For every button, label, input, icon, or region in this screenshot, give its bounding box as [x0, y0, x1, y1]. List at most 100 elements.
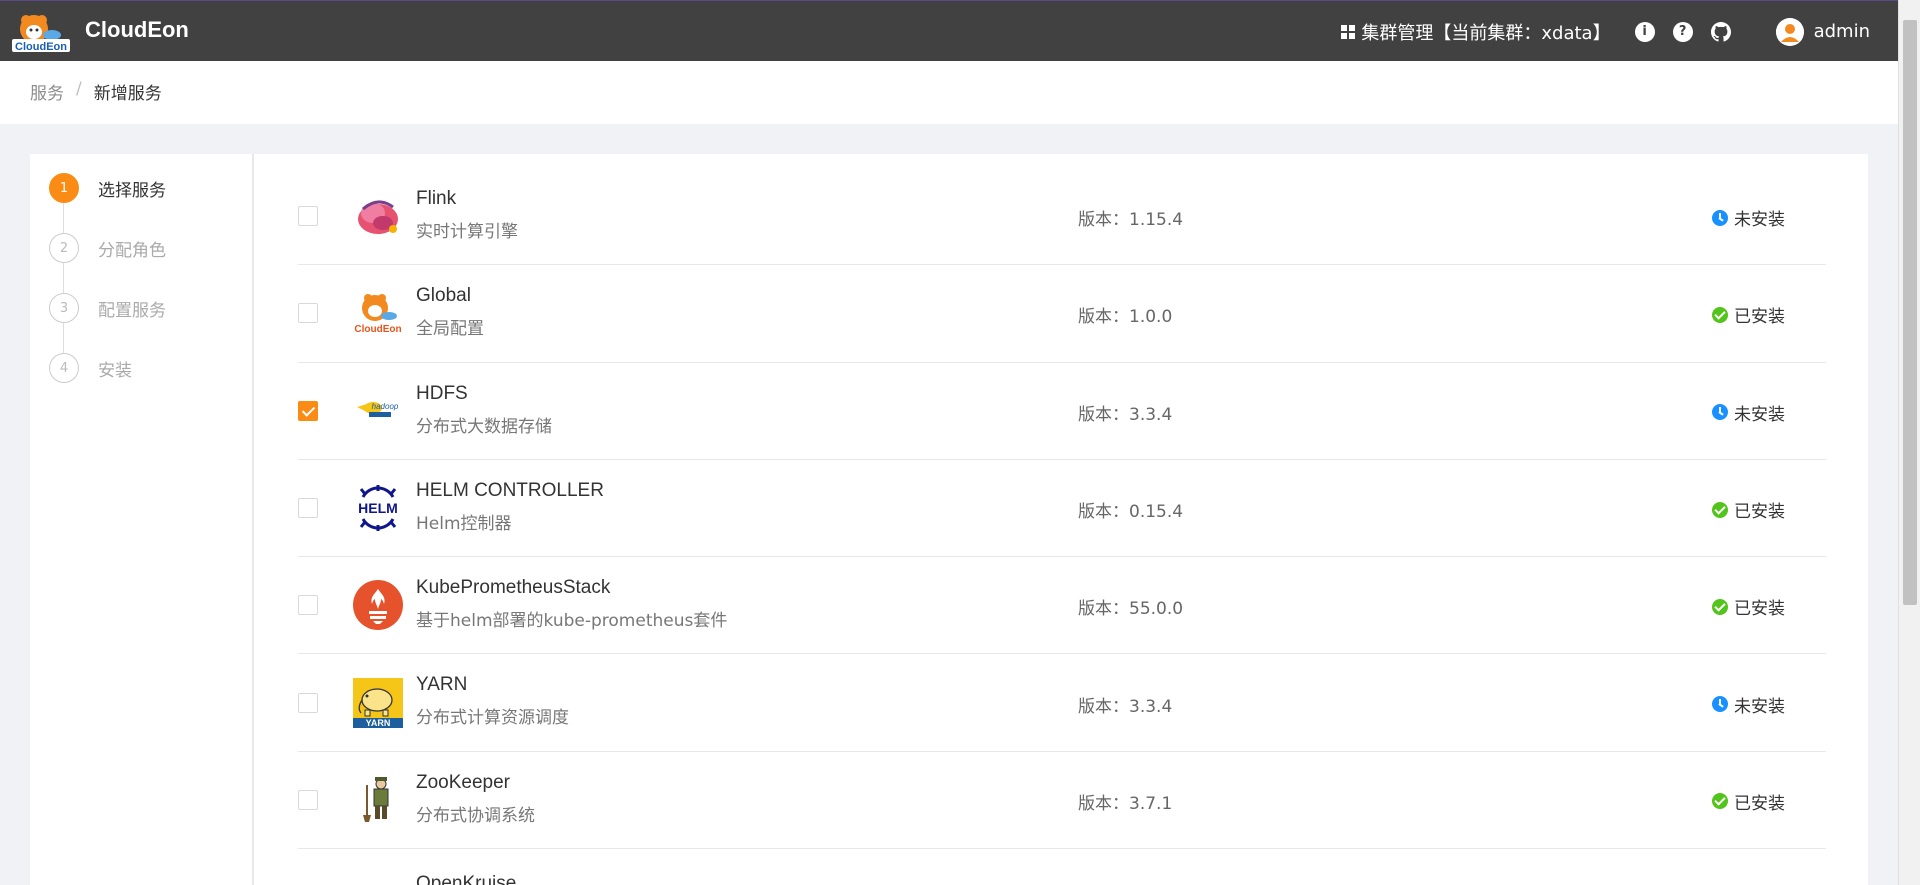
- main-panel: 1 选择服务 2 分配角色 3 配置服务 4 安装 Flink 实时计算引擎 版…: [30, 154, 1868, 885]
- service-version: 版本：3.3.4: [1078, 696, 1173, 717]
- breadcrumb-services-link[interactable]: 服务: [30, 79, 64, 104]
- service-status-label: 未安装: [1734, 404, 1785, 425]
- breadcrumb-separator: /: [76, 79, 82, 99]
- service-name: OpenKruise: [416, 873, 517, 885]
- service-status: 未安装: [1712, 400, 1785, 425]
- top-header: CloudEon CloudEon 集群管理【当前集群：xdata】 i ? a…: [0, 0, 1898, 61]
- service-status-label: 未安装: [1734, 696, 1785, 717]
- service-version: 版本：55.0.0: [1078, 599, 1184, 620]
- service-description: 实时计算引擎: [416, 222, 518, 242]
- service-description: Helm控制器: [416, 513, 512, 534]
- service-status-label: 已安装: [1734, 599, 1785, 620]
- svg-text:hadoop: hadoop: [372, 402, 399, 411]
- service-status: 已安装: [1712, 302, 1785, 327]
- step-number: 4: [49, 353, 79, 383]
- step-connector: [63, 263, 64, 293]
- cloudeon-icon: CloudEon: [353, 288, 403, 338]
- service-name: Flink: [416, 188, 457, 209]
- service-row-kubeprometheusstack[interactable]: KubePrometheusStack 基于helm部署的kube-promet…: [298, 557, 1826, 655]
- step-label: 选择服务: [98, 180, 166, 201]
- service-row-global[interactable]: CloudEon Global 全局配置 版本：1.0.0 已安装: [298, 265, 1826, 363]
- svg-text:CloudEon: CloudEon: [15, 41, 67, 53]
- service-row-hdfs[interactable]: hadoop HDFS 分布式大数据存储 版本：3.3.4 未安装: [298, 363, 1826, 460]
- step-select-service: 1 选择服务: [49, 173, 166, 203]
- hadoop-icon: hadoop: [353, 386, 403, 436]
- check-circle-icon: [1712, 793, 1728, 810]
- scrollbar-thumb[interactable]: [1903, 20, 1917, 605]
- step-assign-roles: 2 分配角色: [49, 233, 166, 263]
- service-description: 基于helm部署的kube-prometheus套件: [416, 611, 728, 632]
- svg-text:CloudEon: CloudEon: [354, 324, 401, 335]
- service-row-zookeeper[interactable]: ZooKeeper 分布式协调系统 版本：3.7.1 已安装: [298, 752, 1826, 850]
- service-status-label: 已安装: [1734, 793, 1785, 814]
- check-circle-icon: [1712, 306, 1728, 323]
- wizard-steps: 1 选择服务 2 分配角色 3 配置服务 4 安装: [30, 154, 254, 885]
- breadcrumb-bar: 服务 / 新增服务: [0, 61, 1898, 124]
- clock-icon: [1712, 209, 1728, 226]
- step-label: 安装: [98, 360, 132, 381]
- step-label: 配置服务: [98, 300, 166, 321]
- service-status-label: 已安装: [1734, 307, 1785, 328]
- service-name: YARN: [416, 674, 468, 696]
- service-status: 未安装: [1712, 692, 1785, 717]
- step-connector: [63, 203, 64, 233]
- service-status: 已安装: [1712, 789, 1785, 814]
- helm-icon: HELM: [353, 483, 403, 533]
- service-name: Global: [416, 285, 471, 307]
- check-circle-icon: [1712, 598, 1728, 615]
- service-row-helm-controller[interactable]: HELM HELM CONTROLLER Helm控制器 版本：0.15.4 已…: [298, 460, 1826, 558]
- info-icon[interactable]: i: [1634, 21, 1655, 42]
- app-brand: CloudEon: [85, 17, 189, 42]
- service-version: 版本：0.15.4: [1078, 502, 1184, 523]
- svg-text:HELM: HELM: [358, 500, 398, 516]
- service-description: 分布式协调系统: [416, 805, 535, 826]
- github-icon[interactable]: [1710, 21, 1731, 42]
- flink-icon: [353, 191, 403, 241]
- service-description: 分布式大数据存储: [416, 416, 552, 437]
- service-checkbox[interactable]: [298, 498, 318, 519]
- service-checkbox[interactable]: [298, 303, 318, 324]
- step-label: 分配角色: [98, 240, 166, 261]
- service-row-flink[interactable]: Flink 实时计算引擎 版本：1.15.4 未安装: [298, 168, 1826, 266]
- service-description: 分布式计算资源调度: [416, 708, 569, 729]
- clock-icon: [1712, 696, 1728, 713]
- prometheus-icon: [353, 580, 403, 631]
- service-name: ZooKeeper: [416, 771, 511, 793]
- service-description: 全局配置: [416, 319, 484, 340]
- help-icon[interactable]: ?: [1672, 21, 1693, 42]
- service-status-label: 已安装: [1734, 502, 1785, 523]
- service-status: 已安装: [1712, 594, 1785, 619]
- cloudeon-logo-icon[interactable]: CloudEon: [12, 11, 70, 53]
- service-checkbox[interactable]: [298, 595, 318, 616]
- zookeeper-icon: [353, 775, 403, 825]
- step-number: 3: [49, 293, 79, 323]
- cluster-management-link[interactable]: 集群管理【当前集群：xdata】: [1341, 19, 1611, 45]
- service-checkbox[interactable]: [298, 692, 318, 713]
- step-configure-service: 3 配置服务: [49, 293, 166, 323]
- yarn-icon: YARN: [353, 677, 403, 728]
- avatar-icon: [1775, 17, 1804, 46]
- service-checkbox[interactable]: [298, 400, 318, 421]
- apps-grid-icon: [1341, 24, 1356, 39]
- check-circle-icon: [1712, 501, 1728, 518]
- service-checkbox[interactable]: [298, 789, 318, 810]
- breadcrumb-current: 新增服务: [93, 84, 162, 104]
- service-version: 版本：1.15.4: [1078, 210, 1184, 231]
- service-name: HDFS: [416, 382, 468, 404]
- step-connector: [63, 323, 64, 353]
- username: admin: [1813, 21, 1870, 42]
- service-row-yarn[interactable]: YARN YARN 分布式计算资源调度 版本：3.3.4 未安装: [298, 654, 1826, 752]
- breadcrumb: 服务 / 新增服务: [30, 79, 162, 104]
- service-status-label: 未安装: [1734, 210, 1785, 231]
- service-name: KubePrometheusStack: [416, 577, 611, 599]
- service-row-openkruise[interactable]: OpenKruise: [298, 849, 1826, 885]
- service-version: 版本：1.0.0: [1078, 307, 1173, 328]
- cluster-label: 集群管理【当前集群：xdata】: [1361, 22, 1611, 44]
- service-version: 版本：3.7.1: [1078, 793, 1173, 814]
- service-version: 版本：3.3.4: [1078, 404, 1173, 425]
- service-checkbox[interactable]: [298, 206, 318, 227]
- user-menu[interactable]: admin: [1775, 17, 1870, 46]
- page-scrollbar[interactable]: [1898, 0, 1920, 885]
- service-status: 已安装: [1712, 497, 1785, 522]
- step-install: 4 安装: [49, 353, 132, 383]
